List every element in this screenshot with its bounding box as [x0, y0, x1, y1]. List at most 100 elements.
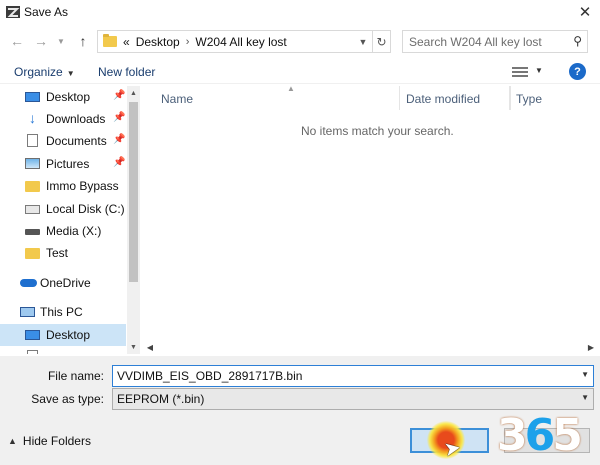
sidebar-item-downloads[interactable]: ↓ Downloads 📌: [0, 108, 126, 130]
chevron-down-icon[interactable]: ▼: [356, 33, 370, 51]
sidebar-item-label: Local Disk (C:): [46, 202, 125, 216]
sidebar-item-test[interactable]: Test: [0, 242, 126, 264]
desktop-icon: [25, 330, 40, 340]
breadcrumb-separator-icon[interactable]: ›: [186, 36, 190, 48]
sidebar-item-label: OneDrive: [40, 276, 91, 290]
file-list-horizontal-scrollbar[interactable]: ◀ ▶: [141, 340, 600, 354]
sidebar-item-immo-bypass[interactable]: Immo Bypass: [0, 175, 126, 197]
arrow-right-icon: →: [34, 33, 48, 49]
pin-icon: 📌: [113, 90, 126, 101]
sidebar-item-label: Media (X:): [46, 224, 102, 238]
sidebar-item-label: Documents: [46, 134, 107, 148]
documents-icon: [27, 350, 38, 354]
sidebar-item-label: Desktop: [46, 90, 91, 104]
breadcrumb-overflow[interactable]: «: [123, 35, 130, 49]
recent-locations-button[interactable]: ▼: [52, 32, 70, 50]
save-type-value: EEPROM (*.bin): [117, 392, 205, 406]
sidebar-item-label: Desktop: [46, 328, 91, 342]
app-icon: [6, 6, 20, 18]
sidebar-item-desktop-selected[interactable]: Desktop: [0, 324, 126, 346]
navigation-pane: Desktop 📌 ↓ Downloads 📌 Documents 📌 Pict…: [0, 86, 140, 354]
drive-icon: [25, 229, 40, 235]
back-button[interactable]: ←: [8, 32, 26, 50]
sidebar-item-desktop[interactable]: Desktop 📌: [0, 86, 126, 108]
column-header-name[interactable]: Name ▲: [155, 84, 399, 110]
sidebar-item-partial[interactable]: [0, 346, 126, 354]
breadcrumb-desktop[interactable]: Desktop: [136, 35, 180, 49]
documents-icon: [27, 134, 38, 147]
watermark-text: 6: [524, 410, 556, 461]
scroll-down-icon[interactable]: ▼: [127, 340, 140, 354]
pictures-icon: [25, 158, 40, 169]
download-icon: ↓: [29, 110, 36, 126]
scroll-left-icon[interactable]: ◀: [143, 340, 157, 354]
address-bar[interactable]: « Desktop › W204 All key lost ▼ ↻: [97, 30, 391, 53]
toolbar: Organize ▼ New folder ▼: [0, 60, 600, 84]
sidebar-item-label: Downloads: [46, 112, 106, 126]
organize-button[interactable]: Organize ▼: [14, 65, 75, 79]
file-name-field[interactable]: VVDIMB_EIS_OBD_2891717B.bin ▼: [112, 365, 594, 387]
sidebar-item-label: Pictures: [46, 157, 90, 171]
computer-icon: [20, 307, 35, 317]
sidebar-item-this-pc[interactable]: This PC: [0, 301, 126, 323]
column-header-label: Type: [516, 92, 543, 106]
sort-ascending-icon: ▲: [287, 84, 295, 93]
scrollbar-thumb[interactable]: [129, 102, 138, 282]
save-type-label: Save as type:: [31, 392, 104, 406]
organize-label: Organize: [14, 65, 63, 79]
search-icon[interactable]: ⚲: [573, 34, 582, 48]
watermark-logo: 365: [497, 410, 600, 465]
arrow-up-icon: ↑: [79, 33, 87, 49]
file-name-label: File name:: [47, 369, 104, 383]
up-button[interactable]: ↑: [74, 32, 92, 50]
pin-icon: 📌: [113, 134, 126, 145]
column-header-label: Date modified: [406, 92, 481, 106]
chevron-down-icon[interactable]: ▼: [535, 66, 543, 75]
hide-folders-button[interactable]: ▲ Hide Folders: [8, 434, 91, 448]
navigation-bar: ← → ▼ ↑ « Desktop › W204 All key lost ▼ …: [0, 26, 600, 56]
sidebar-item-media[interactable]: Media (X:): [0, 220, 126, 242]
column-header-date-modified[interactable]: Date modified: [399, 86, 511, 110]
empty-message: No items match your search.: [301, 124, 454, 138]
search-box[interactable]: ⚲: [402, 30, 588, 53]
sidebar-item-documents[interactable]: Documents 📌: [0, 130, 126, 152]
scroll-right-icon[interactable]: ▶: [584, 340, 598, 354]
arrow-left-icon: ←: [10, 33, 24, 49]
folder-icon: [25, 181, 40, 192]
scroll-up-icon[interactable]: ▲: [127, 86, 140, 100]
sidebar-item-label: Immo Bypass: [46, 179, 119, 193]
file-list[interactable]: Name ▲ Date modified Type No items match…: [141, 84, 600, 354]
sidebar-item-label: Test: [46, 246, 69, 260]
column-header-type[interactable]: Type: [509, 86, 600, 110]
column-header-label: Name: [161, 92, 194, 106]
new-folder-button[interactable]: New folder: [98, 65, 155, 79]
title-bar: Save As ✕: [0, 0, 600, 24]
close-button[interactable]: ✕: [570, 0, 600, 24]
refresh-icon[interactable]: ↻: [372, 31, 390, 52]
chevron-down-icon[interactable]: ▼: [581, 370, 589, 379]
folder-icon: [25, 248, 40, 259]
disk-icon: [25, 205, 40, 214]
pin-icon: 📌: [113, 112, 126, 123]
sidebar-item-label: This PC: [40, 305, 83, 319]
chevron-up-icon: ▲: [8, 436, 17, 446]
sidebar-item-onedrive[interactable]: OneDrive: [0, 272, 126, 294]
save-type-select[interactable]: EEPROM (*.bin) ▼: [112, 388, 594, 410]
forward-button[interactable]: →: [32, 32, 50, 50]
sidebar-item-pictures[interactable]: Pictures 📌: [0, 153, 126, 175]
sidebar-item-local-disk[interactable]: Local Disk (C:): [0, 198, 126, 220]
chevron-down-icon[interactable]: ▼: [581, 393, 589, 402]
help-icon[interactable]: ?: [569, 63, 586, 80]
pin-icon: 📌: [113, 157, 126, 168]
chevron-down-icon: ▼: [66, 69, 75, 78]
file-name-value[interactable]: VVDIMB_EIS_OBD_2891717B.bin: [113, 369, 302, 383]
search-input[interactable]: [403, 31, 563, 52]
window-title: Save As: [24, 5, 69, 19]
view-options-icon[interactable]: [512, 66, 528, 78]
cloud-icon: [20, 279, 37, 287]
breadcrumb-current-folder[interactable]: W204 All key lost: [195, 35, 286, 49]
desktop-icon: [25, 92, 40, 102]
sidebar-scrollbar[interactable]: ▲ ▼: [127, 86, 140, 354]
folder-icon: [103, 34, 117, 47]
hide-folders-label: Hide Folders: [22, 434, 91, 448]
